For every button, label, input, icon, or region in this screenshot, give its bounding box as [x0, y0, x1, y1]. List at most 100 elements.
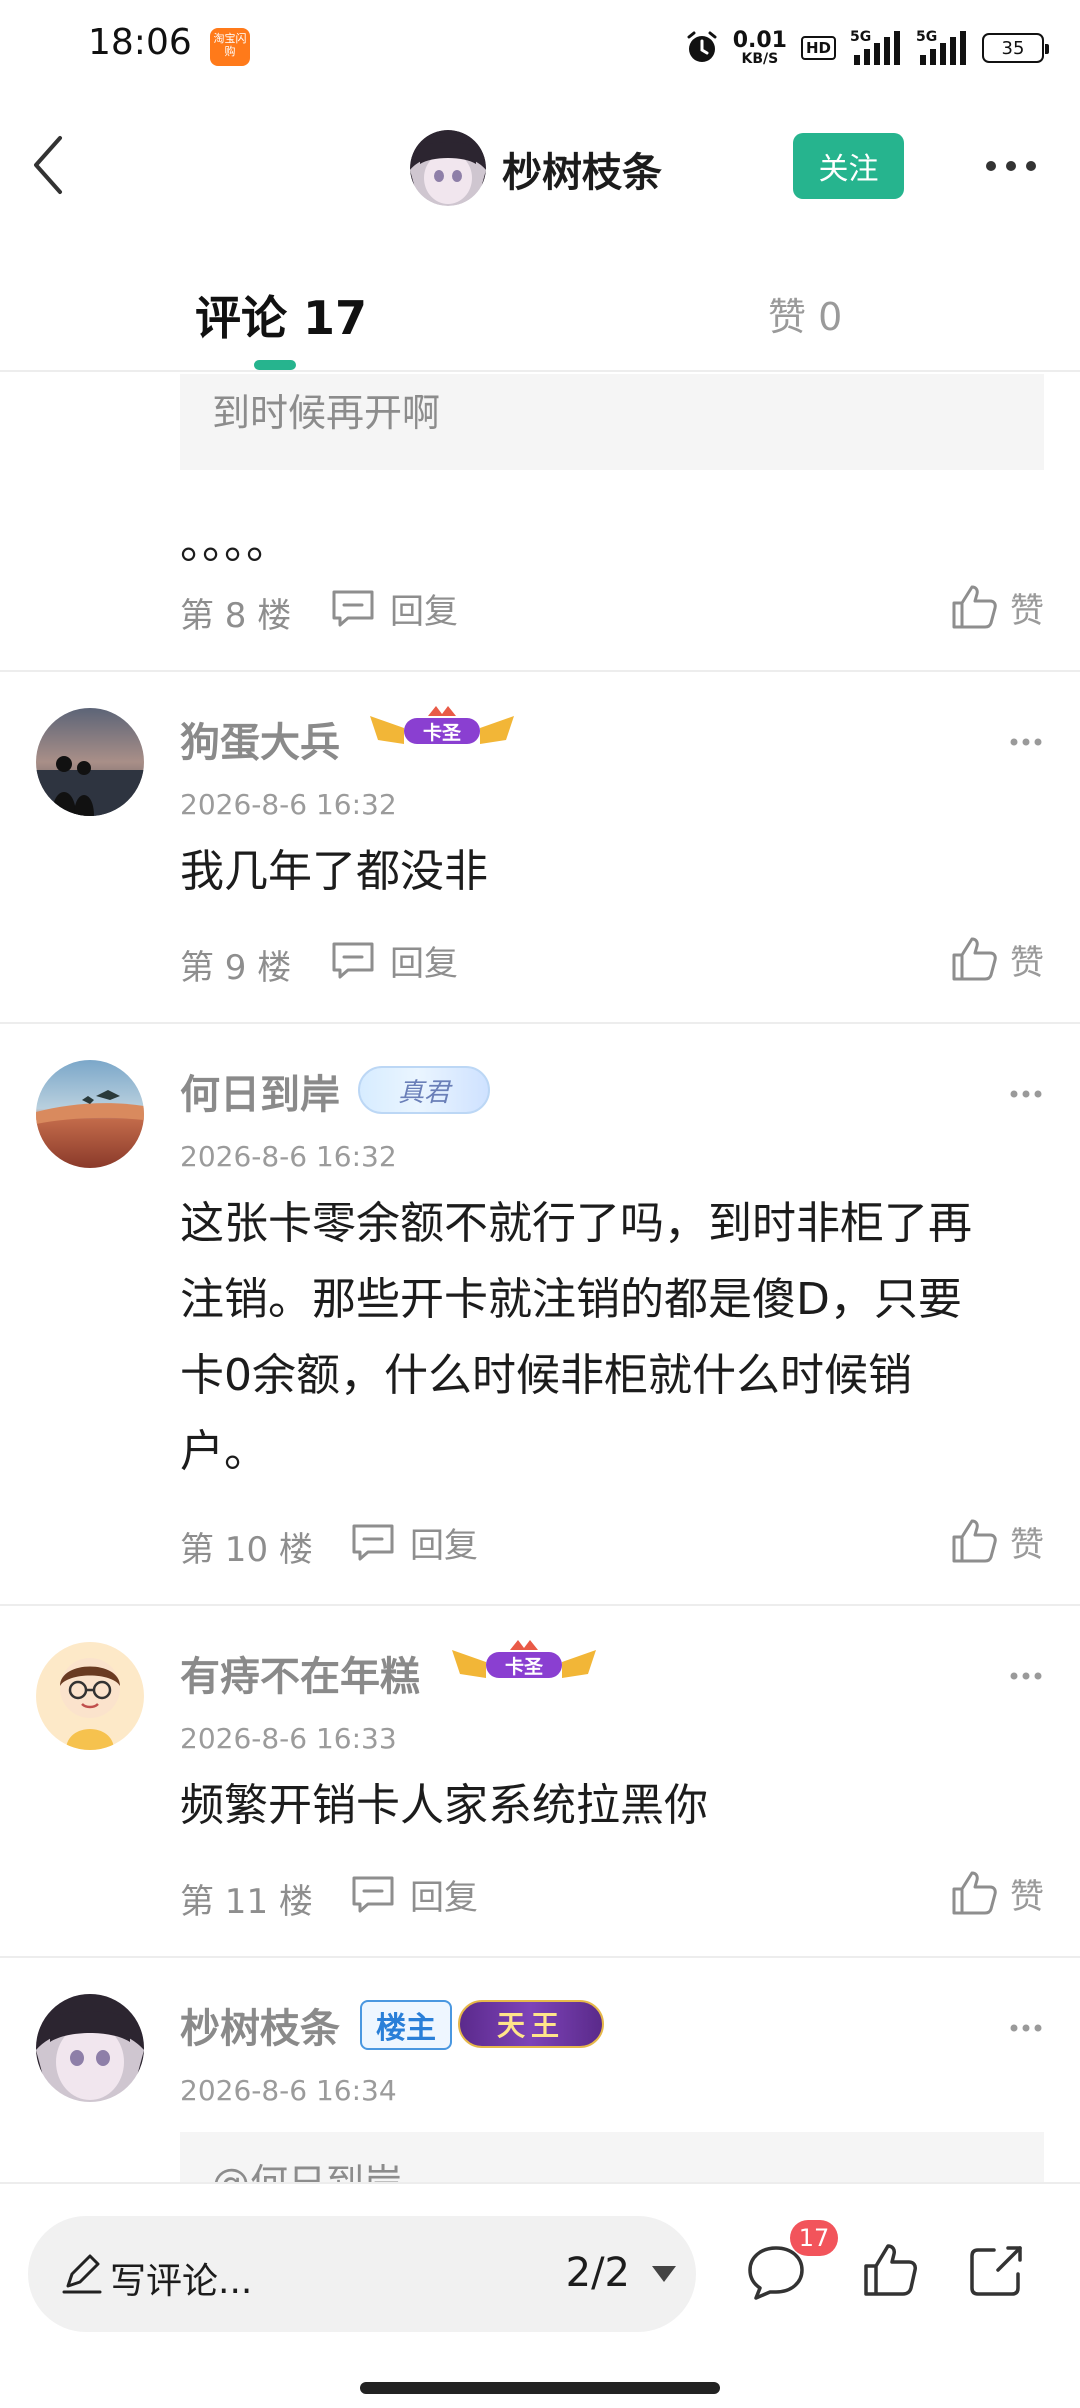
taobao-app-icon: 淘宝闪购 [210, 28, 250, 66]
hd-badge: HD [800, 36, 836, 60]
like-icon [952, 1519, 997, 1563]
reply-label: 回复 [390, 591, 458, 632]
post-time: 2026-8-6 16:32 [180, 1140, 397, 1173]
reply-icon [332, 590, 374, 627]
like-label: 赞 [1010, 1876, 1044, 1917]
net-speed-unit: KB/S [741, 51, 779, 67]
back-icon[interactable] [28, 132, 78, 198]
dots-icon[interactable] [1008, 2022, 1044, 2034]
floor-number: 第 11 楼 [180, 1882, 313, 1922]
comment-meta: 第 8 楼 回复 赞 [180, 580, 1044, 636]
comment-meta: 第 9 楼 回复 赞 [180, 932, 1044, 988]
share-icon[interactable] [968, 2242, 1026, 2298]
status-indicators: 0.01 KB/S HD 5G 5G 35 [685, 26, 1049, 70]
more-icon[interactable] [984, 156, 1038, 176]
comment-list[interactable]: 到时候再开啊 。。。。 第 8 楼 回复 赞 狗蛋大兵 卡圣 2026-8-6 … [0, 374, 1080, 2182]
dots-icon[interactable] [1008, 736, 1044, 748]
username[interactable]: 何日到岸 [180, 1062, 340, 1120]
comment-text: 。。。。 [180, 518, 290, 569]
comment-line: 注销。那些开卡就注销的都是傻D，只要 [180, 1274, 962, 1325]
top-navbar: 杪树枝条 关注 [0, 96, 1080, 240]
comment-text: 我几年了都没非 [180, 846, 488, 897]
quoted-text: @何日到岸 [212, 2152, 402, 2182]
page-title[interactable]: 杪树枝条 [502, 140, 662, 198]
comment-line: 这张卡零余额不就行了吗，到时非柜了再 [180, 1198, 972, 1249]
comment-text: 这张卡零余额不就行了吗，到时非柜了再 注销。那些开卡就注销的都是傻D，只要 卡0… [180, 1186, 1050, 1490]
dots-icon[interactable] [1008, 1088, 1044, 1100]
signal-1-label: 5G [850, 29, 872, 45]
bottom-action-bar: 写评论... 2/2 17 [0, 2182, 1080, 2408]
like-icon [952, 1871, 997, 1915]
username[interactable]: 有痔不在年糕 [180, 1644, 420, 1702]
reply-label: 回复 [390, 943, 458, 984]
reply-button[interactable]: 回复 [350, 1872, 478, 1918]
signal-1-icon: 5G [850, 29, 902, 65]
comment-count-badge: 17 [790, 2220, 838, 2256]
comment-input[interactable]: 写评论... 2/2 [28, 2216, 696, 2332]
reply-button[interactable]: 回复 [350, 1520, 478, 1566]
level-badge: 卡圣 [364, 704, 520, 758]
like-label: 赞 [1010, 1524, 1044, 1565]
page-indicator[interactable]: 2/2 [566, 2250, 630, 2296]
net-speed: 0.01 KB/S [733, 30, 787, 67]
follow-button[interactable]: 关注 [793, 133, 904, 199]
quoted-reply[interactable]: @何日到岸 [180, 2132, 1044, 2182]
reply-label: 回复 [410, 1525, 478, 1566]
like-icon [952, 585, 997, 629]
like-button[interactable]: 赞 [950, 934, 1044, 984]
tab-comments[interactable]: 评论 17 [195, 282, 367, 348]
tab-likes[interactable]: 赞 0 [768, 286, 842, 341]
avatar[interactable] [36, 1060, 144, 1168]
battery-level: 35 [1001, 37, 1025, 59]
comment-meta: 第 10 楼 回复 赞 [180, 1514, 1044, 1570]
divider [0, 670, 1080, 672]
divider [0, 1022, 1080, 1024]
post-time: 2026-8-6 16:33 [180, 1722, 397, 1755]
floor-number: 第 8 楼 [180, 596, 292, 636]
avatar[interactable] [36, 1994, 144, 2102]
reply-icon [352, 1876, 394, 1913]
battery-icon: 35 [982, 33, 1049, 63]
like-button[interactable]: 赞 [950, 1516, 1044, 1566]
username[interactable]: 杪树枝条 [180, 1996, 340, 2054]
signal-2-icon: 5G [916, 29, 968, 65]
author-avatar[interactable] [410, 130, 486, 206]
badge-label: 卡圣 [486, 1652, 562, 1678]
reply-button[interactable]: 回复 [330, 938, 458, 984]
reply-icon [332, 942, 374, 979]
dots-icon[interactable] [1008, 1670, 1044, 1682]
status-bar: 18:06 淘宝闪购 0.01 KB/S HD 5G 5G 35 [0, 0, 1080, 96]
floor-number: 第 10 楼 [180, 1530, 313, 1570]
active-tab-indicator [254, 360, 296, 370]
divider [0, 1604, 1080, 1606]
comment-tabs: 评论 17 赞 0 [0, 262, 1080, 372]
quoted-text: 到时候再开啊 [212, 391, 441, 435]
comment-line: 户。 [180, 1426, 268, 1477]
reply-button[interactable]: 回复 [330, 586, 458, 632]
comment-placeholder: 写评论... [110, 2261, 253, 2302]
like-button[interactable]: 赞 [950, 582, 1044, 632]
quoted-reply[interactable]: 到时候再开啊 [180, 374, 1044, 470]
username[interactable]: 狗蛋大兵 [180, 710, 340, 768]
like-label: 赞 [1010, 942, 1044, 983]
home-indicator[interactable] [360, 2382, 720, 2394]
level-badge: 卡圣 [446, 1638, 602, 1692]
signal-2-label: 5G [916, 29, 938, 45]
avatar[interactable] [36, 1642, 144, 1750]
thumb-icon[interactable] [862, 2242, 918, 2298]
reply-icon [352, 1524, 394, 1561]
caret-down-icon[interactable] [650, 2264, 678, 2284]
avatar[interactable] [36, 708, 144, 816]
like-icon [952, 937, 997, 981]
status-time: 18:06 [88, 22, 192, 63]
floor-number: 第 9 楼 [180, 948, 292, 988]
comment-meta: 第 11 楼 回复 赞 [180, 1866, 1044, 1922]
comment-line: 卡0余额，什么时候非柜就什么时候销 [180, 1350, 912, 1401]
owner-badge: 楼主 [360, 2000, 452, 2050]
post-time: 2026-8-6 16:32 [180, 788, 397, 821]
badge-label: 卡圣 [404, 718, 480, 744]
post-time: 2026-8-6 16:34 [180, 2074, 397, 2107]
comment-text: 频繁开销卡人家系统拉黑你 [180, 1780, 708, 1831]
like-button[interactable]: 赞 [950, 1868, 1044, 1918]
alarm-icon [687, 31, 717, 62]
